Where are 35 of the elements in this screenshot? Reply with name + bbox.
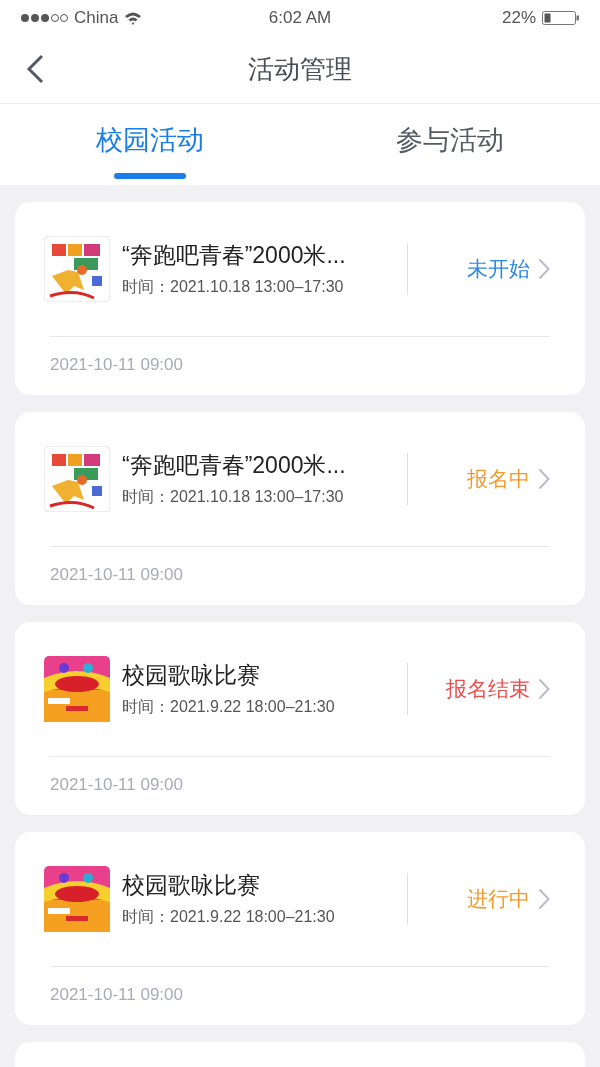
tab[interactable]: 参与活动 — [300, 104, 600, 185]
battery-icon — [542, 10, 580, 25]
signal-icon — [20, 12, 68, 23]
carrier-name: China — [74, 7, 119, 28]
activity-title: “奔跑吧青春”2000米... — [122, 451, 347, 480]
posted-time: 2021-10-11 09:00 — [50, 984, 184, 1005]
activity-time: 时间：2021.9.22 18:00–21:30 — [122, 907, 336, 927]
clock-time: 6:02 AM — [267, 7, 333, 28]
battery-percent: 22% — [501, 7, 536, 28]
activity-time: 时间：2021.10.18 13:00–17:30 — [122, 487, 345, 507]
tab-indicator — [114, 173, 186, 179]
activity-card[interactable]: 校园歌咏比赛 时间：2021.9.22 18:00–21:30 进行中 2021-10-11 09:00 — [15, 832, 585, 1025]
tab[interactable]: 校园活动 — [0, 104, 300, 185]
activity-status: 未开始 — [466, 256, 530, 282]
posted-time: 2021-10-11 09:00 — [50, 564, 184, 585]
activity-status: 进行中 — [466, 886, 530, 912]
wifi-icon — [124, 10, 143, 25]
posted-time: 2021-10-11 09:00 — [50, 354, 184, 375]
chevron-right-icon — [538, 678, 550, 700]
activity-card[interactable]: “奔跑吧青春”2000米... 时间：2021.10.18 13:00–17:30 未开始 2021-10-11 09:00 — [15, 202, 585, 395]
activity-status: 报名中 — [466, 466, 530, 492]
activity-title: 校园歌咏比赛 — [122, 871, 261, 900]
activity-card[interactable]: “奔跑吧青春”2000米... 时间：2021.10.18 13:00–17:30 报名中 2021-10-11 09:00 — [15, 412, 585, 605]
chevron-right-icon — [538, 468, 550, 490]
activity-status: 报名结束 — [445, 676, 530, 702]
activity-time: 时间：2021.9.22 18:00–21:30 — [122, 697, 336, 717]
chevron-right-icon — [538, 888, 550, 910]
chevron-right-icon — [538, 258, 550, 280]
posted-time: 2021-10-11 09:00 — [50, 774, 184, 795]
activity-time: 时间：2021.10.18 13:00–17:30 — [122, 277, 345, 297]
activity-card[interactable]: 校园歌咏比赛 时间：2021.9.22 18:00–21:30 报名结束 2021-10-11 09:00 — [15, 622, 585, 815]
activity-title: “奔跑吧青春”2000米... — [122, 241, 347, 270]
chevron-left-icon — [26, 54, 44, 84]
activity-title: 校园歌咏比赛 — [122, 661, 261, 690]
page-title: 活动管理 — [247, 52, 353, 86]
